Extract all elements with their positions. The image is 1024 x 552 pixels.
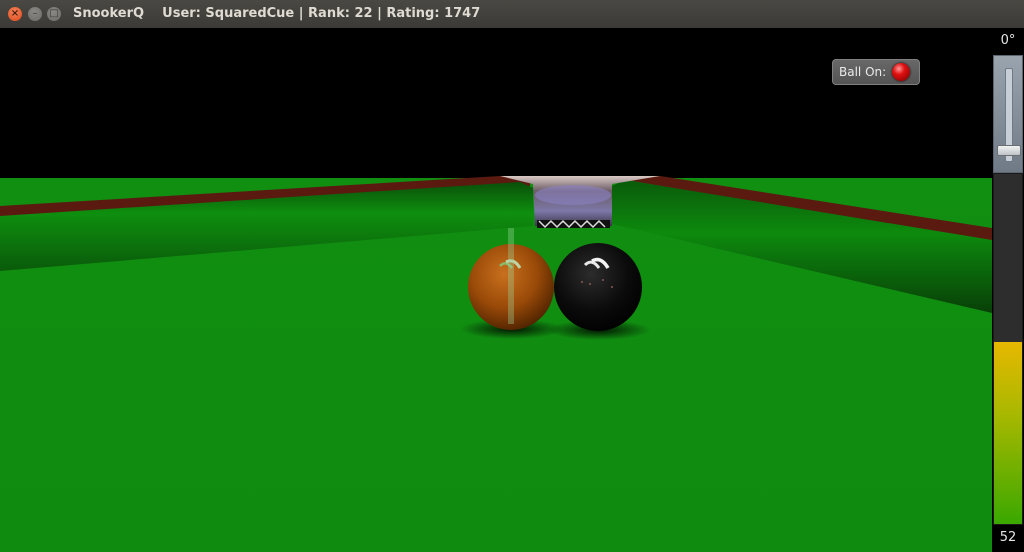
black-ball[interactable] (554, 243, 642, 331)
snooker-table-scene[interactable] (0, 28, 992, 552)
power-meter-fill (994, 342, 1022, 524)
window-title: SnookerQ User: SquaredCue | Rank: 22 | R… (73, 6, 481, 21)
power-readout: 52 (999, 530, 1017, 545)
game-viewport[interactable]: Ball On: (0, 28, 992, 552)
maximize-window-button[interactable]: □ (47, 7, 61, 21)
cue-elevation-slider[interactable] (993, 55, 1023, 173)
ball-on-indicator: Ball On: (832, 59, 920, 85)
close-window-button[interactable]: × (8, 7, 22, 21)
shot-power-meter[interactable] (993, 173, 1023, 525)
minimize-window-button[interactable]: – (28, 7, 42, 21)
red-ball-icon (892, 63, 911, 81)
shot-control-panel: 0° 52 (992, 28, 1024, 552)
elevation-slider-handle[interactable] (997, 145, 1021, 156)
ball-on-label: Ball On: (839, 65, 887, 79)
cue-angle-readout: 0° (1000, 33, 1016, 48)
aiming-guide-line (508, 228, 514, 324)
window-titlebar: × – □ SnookerQ User: SquaredCue | Rank: … (0, 0, 1024, 29)
